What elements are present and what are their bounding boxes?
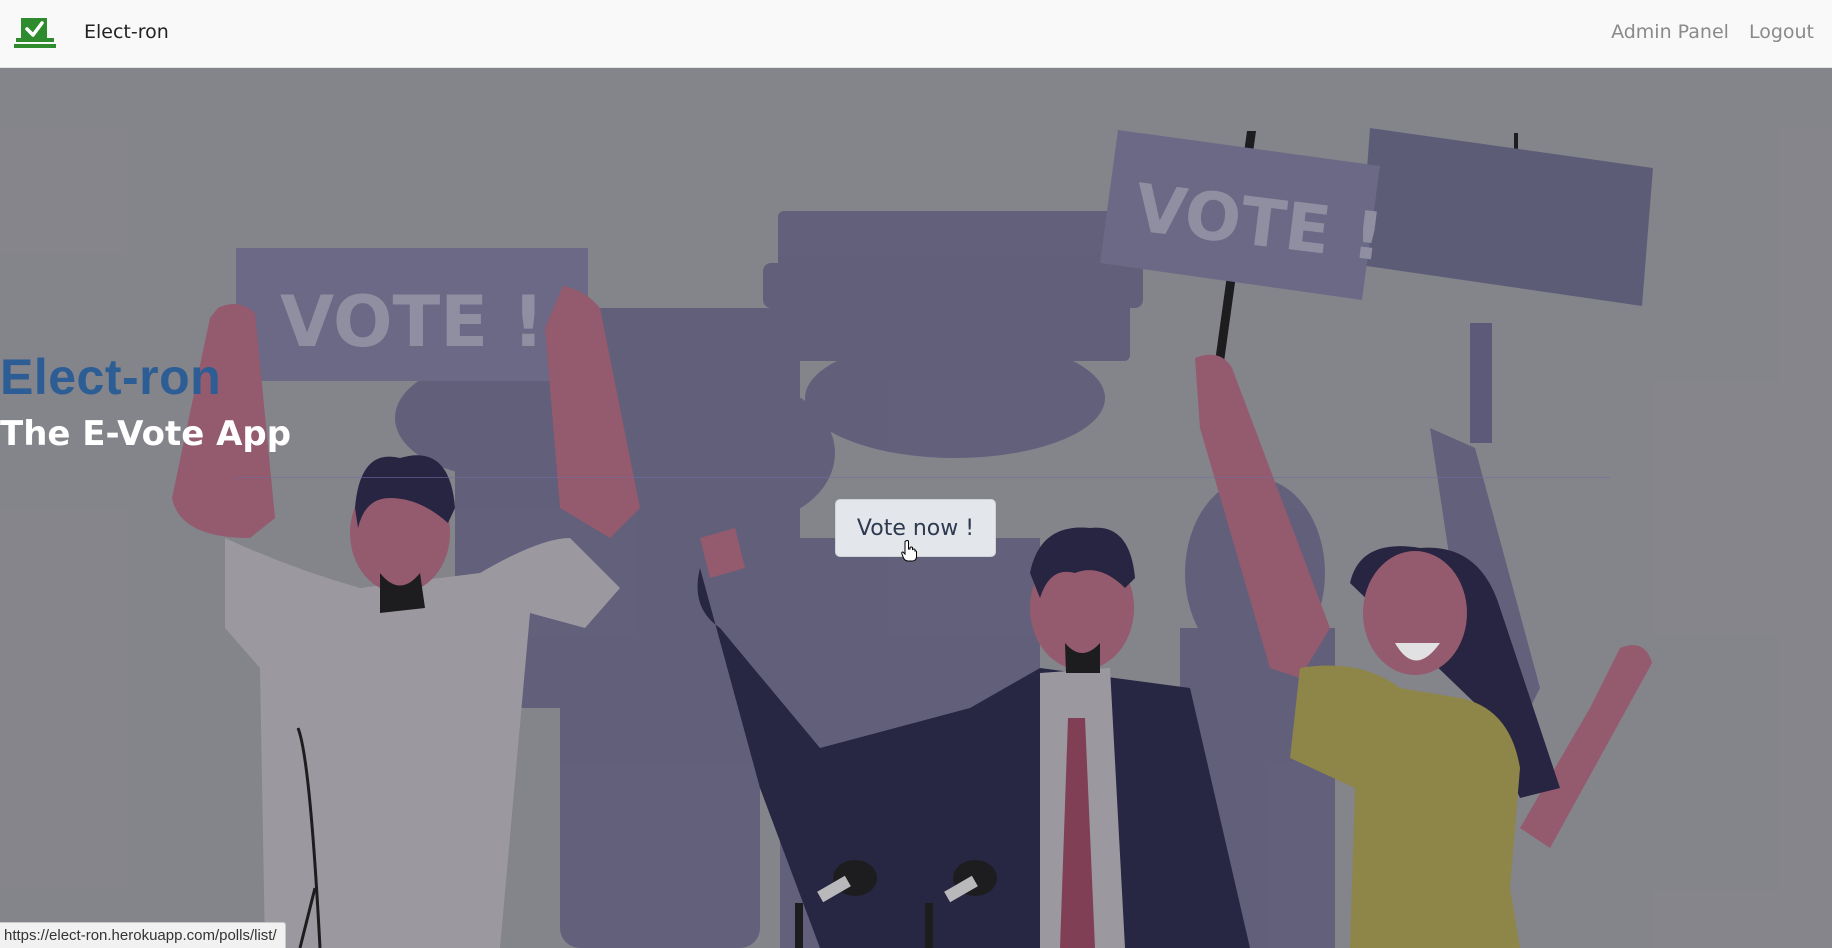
hand-pointer-cursor-icon	[901, 540, 917, 562]
nav-links: Admin Panel Logout	[1611, 21, 1814, 43]
logout-link[interactable]: Logout	[1749, 21, 1814, 43]
link-preview-status-bar: https://elect-ron.herokuapp.com/polls/li…	[0, 922, 286, 948]
top-navbar: Elect-ron Admin Panel Logout	[0, 0, 1832, 68]
hero-title: Elect-ron	[0, 349, 222, 405]
hero-divider	[235, 477, 1610, 478]
admin-panel-link[interactable]: Admin Panel	[1611, 21, 1729, 43]
brand-name-link[interactable]: Elect-ron	[84, 21, 169, 43]
hero-section: VOTE ! VOTE ! Elect-ron The E-Vote App V…	[0, 68, 1832, 948]
hero-subtitle: The E-Vote App	[0, 414, 292, 454]
ballot-box-check-icon[interactable]	[14, 16, 56, 50]
